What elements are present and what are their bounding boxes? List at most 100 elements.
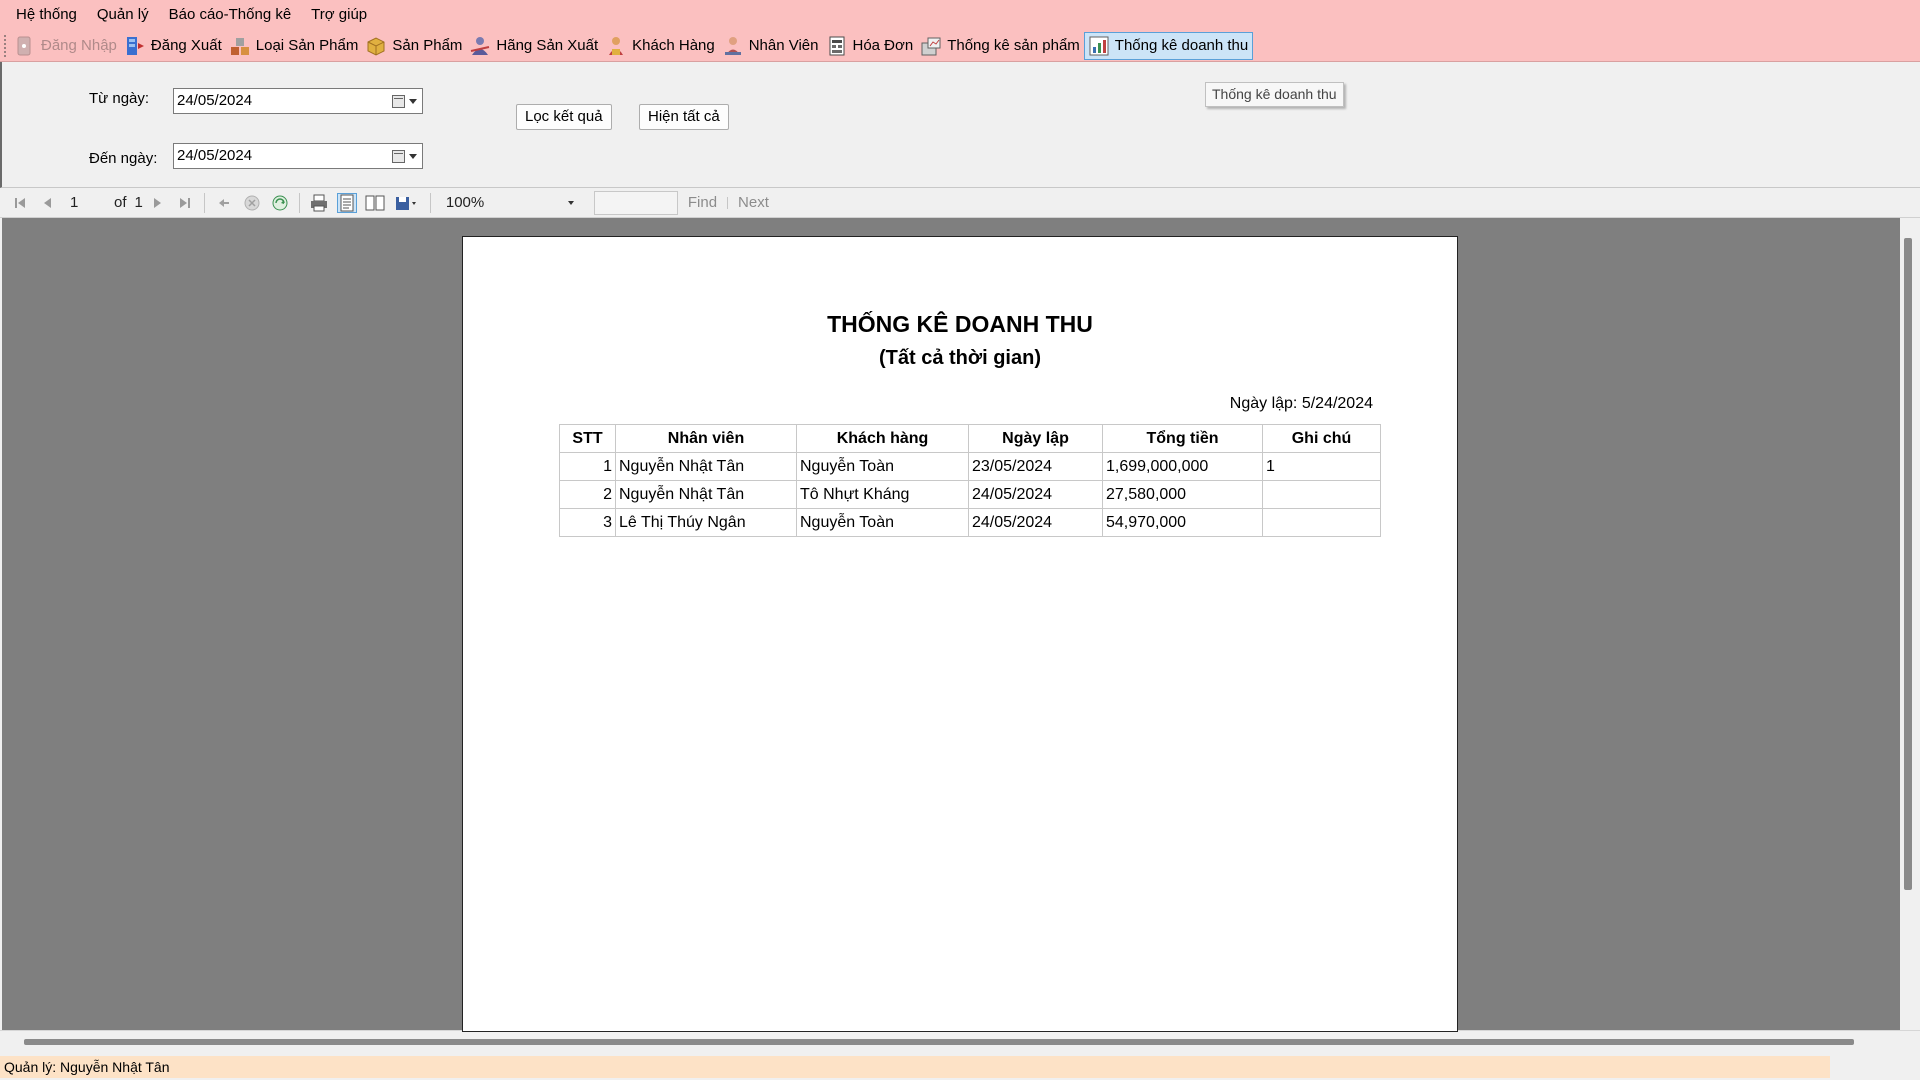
- report-title: THỐNG KÊ DOANH THU: [827, 311, 1093, 337]
- from-date-dropdown[interactable]: [392, 93, 418, 109]
- status-text: Quản lý: Nguyễn Nhật Tân: [0, 1056, 1830, 1078]
- cell-customer: Tô Nhựt Kháng: [796, 480, 969, 509]
- product-stats-label: Thống kê sản phẩm: [947, 37, 1080, 54]
- find-next-link[interactable]: Next: [738, 194, 769, 211]
- zoom-value: 100%: [445, 193, 485, 211]
- horizontal-scroll-thumb[interactable]: [24, 1039, 1854, 1045]
- to-date-value: 24/05/2024: [177, 147, 253, 164]
- col-customer: Khách hàng: [796, 424, 969, 453]
- cell-date: 23/05/2024: [968, 452, 1103, 481]
- to-date-dropdown[interactable]: [392, 148, 418, 164]
- product-button[interactable]: Sản Phẩm: [362, 32, 466, 60]
- product-stats-button[interactable]: Thống kê sản phẩm: [917, 32, 1084, 60]
- last-page-icon[interactable]: [175, 193, 195, 213]
- revenue-chart-icon: [1088, 35, 1110, 57]
- login-label: Đăng Nhập: [41, 37, 117, 54]
- cell-note: [1262, 480, 1381, 509]
- category-icon: [229, 35, 251, 57]
- col-stt: STT: [559, 424, 616, 453]
- employee-label: Nhân Viên: [748, 37, 819, 54]
- report-viewer-toolbar: 1 of 1 100% Find Next: [0, 188, 1920, 218]
- employee-button[interactable]: Nhân Viên: [719, 32, 823, 60]
- zoom-select[interactable]: 100%: [444, 192, 582, 214]
- cell-date: 24/05/2024: [968, 508, 1103, 537]
- first-page-icon[interactable]: [10, 193, 30, 213]
- cell-date: 24/05/2024: [968, 480, 1103, 509]
- col-date: Ngày lập: [968, 424, 1103, 453]
- menu-bar: Hệ thống Quản lý Báo cáo-Thống kê Trợ gi…: [0, 0, 1920, 30]
- chevron-down-icon: [409, 153, 417, 159]
- cell-stt: 2: [559, 480, 616, 509]
- logout-button[interactable]: Đăng Xuất: [121, 32, 226, 60]
- horizontal-scrollbar[interactable]: [0, 1030, 1920, 1052]
- cell-customer: Nguyễn Toàn: [796, 452, 969, 481]
- invoice-button[interactable]: Hóa Đơn: [823, 32, 918, 60]
- toolbar-separator: [298, 192, 300, 213]
- menu-he-thong[interactable]: Hệ thống: [6, 0, 87, 30]
- product-label: Sản Phẩm: [392, 37, 463, 54]
- next-page-icon[interactable]: [147, 193, 167, 213]
- to-date-label: Đến ngày:: [89, 150, 158, 167]
- total-pages: 1: [134, 194, 143, 211]
- toolbar-separator: [203, 192, 205, 213]
- cell-customer: Nguyễn Toàn: [796, 508, 969, 537]
- page-setup-icon[interactable]: [365, 193, 385, 213]
- menu-quan-ly[interactable]: Quản lý: [87, 0, 159, 30]
- refresh-icon[interactable]: [270, 193, 290, 213]
- cell-stt: 1: [559, 452, 616, 481]
- chevron-down-icon: [409, 98, 417, 104]
- from-date-value: 24/05/2024: [177, 92, 253, 109]
- filter-results-button[interactable]: Lọc kết quả: [516, 104, 612, 130]
- vertical-scroll-thumb[interactable]: [1904, 238, 1912, 890]
- menu-bao-cao-thong-ke[interactable]: Báo cáo-Thống kê: [159, 0, 302, 30]
- previous-page-icon[interactable]: [38, 193, 58, 213]
- current-page-input[interactable]: 1: [68, 192, 106, 214]
- customer-button[interactable]: Khách Hàng: [602, 32, 719, 60]
- back-icon[interactable]: [214, 193, 234, 213]
- print-layout-icon[interactable]: [336, 192, 357, 213]
- login-icon: [14, 35, 36, 57]
- cell-note: 1: [1262, 452, 1381, 481]
- manufacturer-button[interactable]: Hãng Sản Xuất: [466, 32, 602, 60]
- product-category-button[interactable]: Loại Sản Phẩm: [226, 32, 363, 60]
- find-link[interactable]: Find: [688, 194, 717, 211]
- vertical-scrollbar[interactable]: [1900, 218, 1920, 1030]
- export-icon[interactable]: [393, 193, 421, 213]
- product-stats-icon: [920, 35, 942, 57]
- from-date-picker[interactable]: 24/05/2024: [173, 88, 423, 114]
- to-date-picker[interactable]: 24/05/2024: [173, 143, 423, 169]
- toolbar-separator: [727, 196, 729, 209]
- filter-panel: Từ ngày: 24/05/2024 Đến ngày: 24/05/2024…: [0, 62, 1920, 188]
- show-all-button[interactable]: Hiện tất cả: [639, 104, 729, 130]
- from-date-label: Từ ngày:: [89, 90, 150, 107]
- find-input[interactable]: [593, 190, 678, 215]
- menu-tro-giup[interactable]: Trợ giúp: [301, 0, 377, 30]
- logout-label: Đăng Xuất: [150, 37, 222, 54]
- stop-icon[interactable]: [242, 193, 262, 213]
- col-total: Tổng tiền: [1102, 424, 1263, 453]
- col-note: Ghi chú: [1262, 424, 1381, 453]
- revenue-stats-label: Thống kê doanh thu: [1114, 37, 1249, 54]
- customer-icon: [605, 35, 627, 57]
- col-employee: Nhân viên: [615, 424, 797, 453]
- chevron-down-icon: [567, 200, 574, 205]
- logout-icon: [124, 35, 146, 57]
- table-row: 2 Nguyễn Nhật Tân Tô Nhựt Kháng 24/05/20…: [559, 480, 1381, 509]
- employee-icon: [722, 35, 744, 57]
- product-category-label: Loại Sản Phẩm: [255, 37, 359, 54]
- revenue-stats-button[interactable]: Thống kê doanh thu: [1083, 31, 1254, 60]
- manufacturer-label: Hãng Sản Xuất: [496, 37, 599, 54]
- toolbar-separator: [429, 192, 431, 213]
- table-header-row: STT Nhân viên Khách hàng Ngày lập Tổng t…: [559, 424, 1381, 453]
- cell-employee: Nguyễn Nhật Tân: [615, 452, 797, 481]
- cell-employee: Lê Thị Thúy Ngân: [615, 508, 797, 537]
- invoice-label: Hóa Đơn: [852, 37, 914, 54]
- report-subtitle: (Tất cả thời gian): [878, 347, 1041, 369]
- of-label: of: [114, 194, 127, 211]
- table-row: 3 Lê Thị Thúy Ngân Nguyễn Toàn 24/05/202…: [559, 508, 1381, 537]
- login-button[interactable]: Đăng Nhập: [11, 32, 121, 60]
- cell-note: [1262, 508, 1381, 537]
- toolbar-tooltip: Thống kê doanh thu: [1205, 82, 1344, 107]
- toolbar-grip[interactable]: [4, 34, 7, 57]
- print-icon[interactable]: [309, 193, 329, 213]
